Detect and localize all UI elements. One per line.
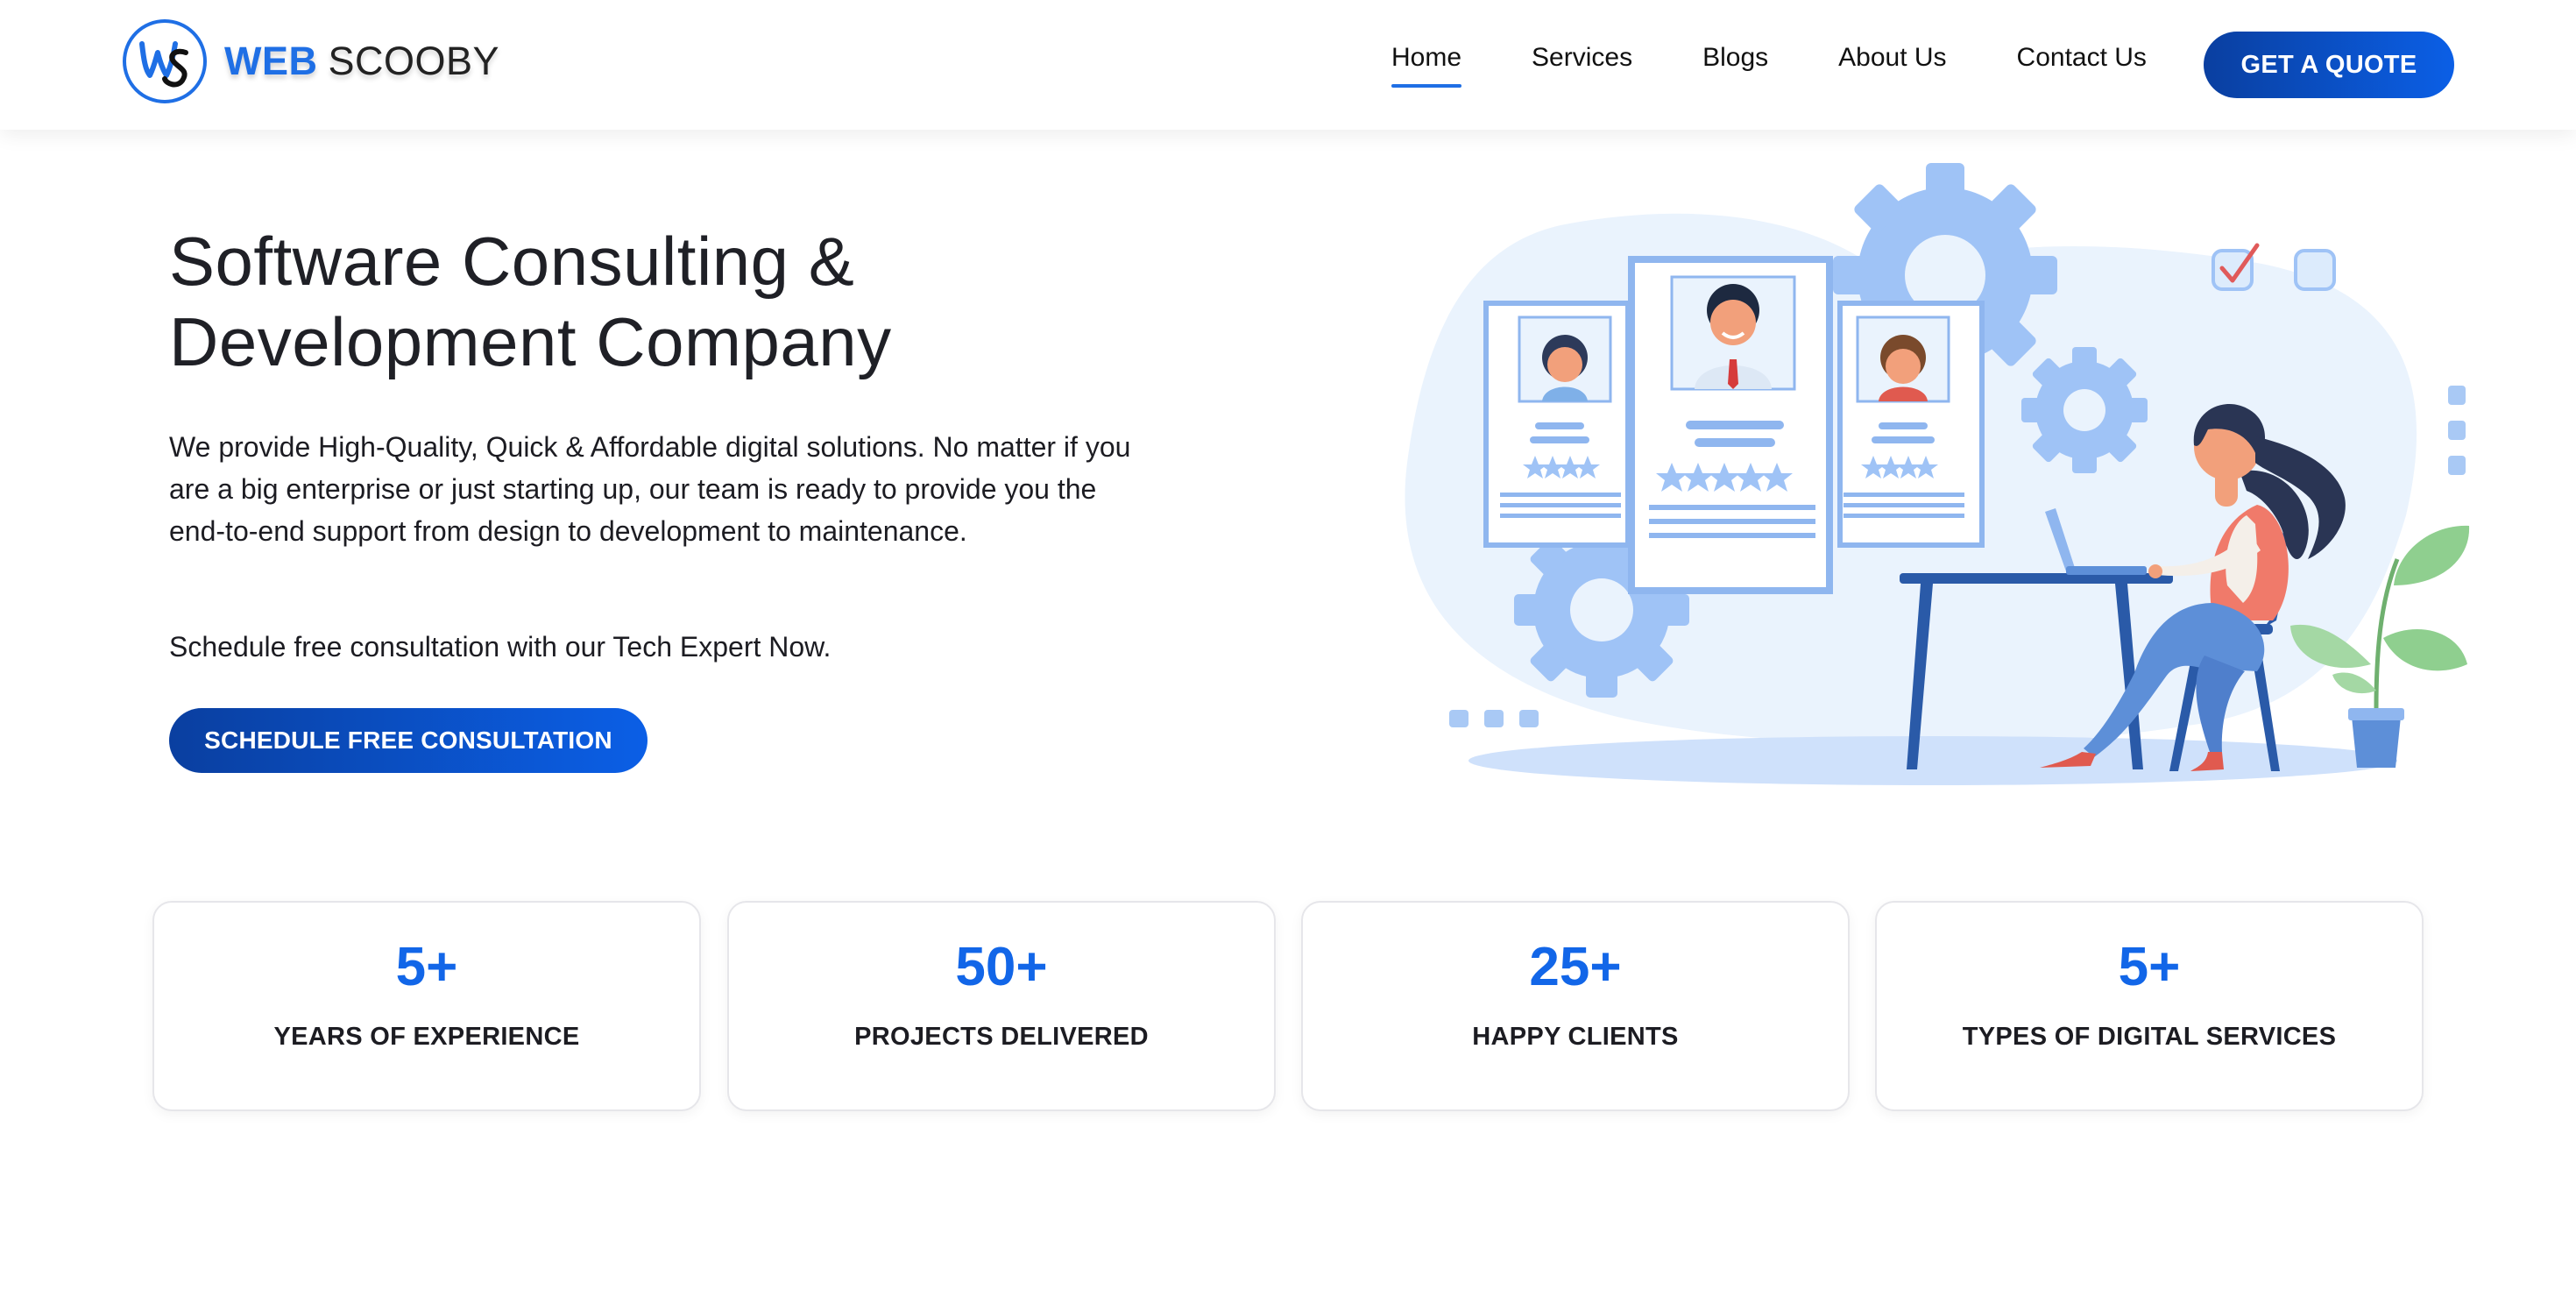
stat-value: 5+ (2118, 937, 2181, 997)
stat-card-experience: 5+ YEARS OF EXPERIENCE (152, 901, 701, 1111)
site-header: WEB SCOOBY Home Services Blogs About Us … (0, 0, 2576, 130)
hero-illustration (1328, 147, 2558, 796)
schedule-consultation-button[interactable]: SCHEDULE FREE CONSULTATION (169, 708, 648, 773)
get-a-quote-button[interactable]: GET A QUOTE (2204, 32, 2454, 98)
logo-link[interactable]: WEB SCOOBY (121, 18, 499, 105)
nav-item-services[interactable]: Services (1532, 40, 1632, 75)
hero-title-line-2: Development Company (169, 303, 892, 380)
hero-cta-text: Schedule free consultation with our Tech… (169, 631, 832, 663)
gear-icon (2021, 347, 2148, 473)
nav-item-about-us[interactable]: About Us (1838, 40, 1946, 75)
stats-section: 5+ YEARS OF EXPERIENCE 50+ PROJECTS DELI… (152, 901, 2424, 1111)
stat-card-clients: 25+ HAPPY CLIENTS (1301, 901, 1850, 1111)
nav-item-blogs[interactable]: Blogs (1702, 40, 1768, 75)
profile-card-left (1483, 301, 1631, 548)
stat-label: HAPPY CLIENTS (1472, 1023, 1679, 1051)
logo-badge-icon (123, 19, 207, 103)
nav-item-home[interactable]: Home (1391, 40, 1462, 88)
logo-wordmark: WEB SCOOBY (224, 39, 499, 84)
stat-label: PROJECTS DELIVERED (854, 1023, 1149, 1051)
logo-word-web: WEB (224, 39, 318, 83)
stat-value: 25+ (1529, 937, 1622, 997)
checkbox-empty-icon (2294, 249, 2336, 291)
checkbox-checked-icon (2212, 243, 2260, 291)
hero-description: We provide High-Quality, Quick & Afforda… (169, 431, 1131, 547)
stat-label: YEARS OF EXPERIENCE (273, 1023, 580, 1051)
profile-card-right (1837, 301, 1985, 548)
nav-item-contact-us[interactable]: Contact Us (2017, 40, 2147, 75)
profile-card-center (1628, 256, 1833, 594)
stat-card-projects: 50+ PROJECTS DELIVERED (727, 901, 1276, 1111)
stat-value: 5+ (395, 937, 458, 997)
main-nav: Home Services Blogs About Us Contact Us (1391, 40, 2147, 88)
logo-word-scooby: SCOOBY (328, 39, 500, 83)
stat-label: TYPES OF DIGITAL SERVICES (1962, 1023, 2337, 1051)
hero-title-line-1: Software Consulting & (169, 223, 855, 300)
stat-card-services: 5+ TYPES OF DIGITAL SERVICES (1875, 901, 2424, 1111)
stat-value: 50+ (955, 937, 1048, 997)
hero-title: Software Consulting & Development Compan… (169, 221, 1221, 382)
